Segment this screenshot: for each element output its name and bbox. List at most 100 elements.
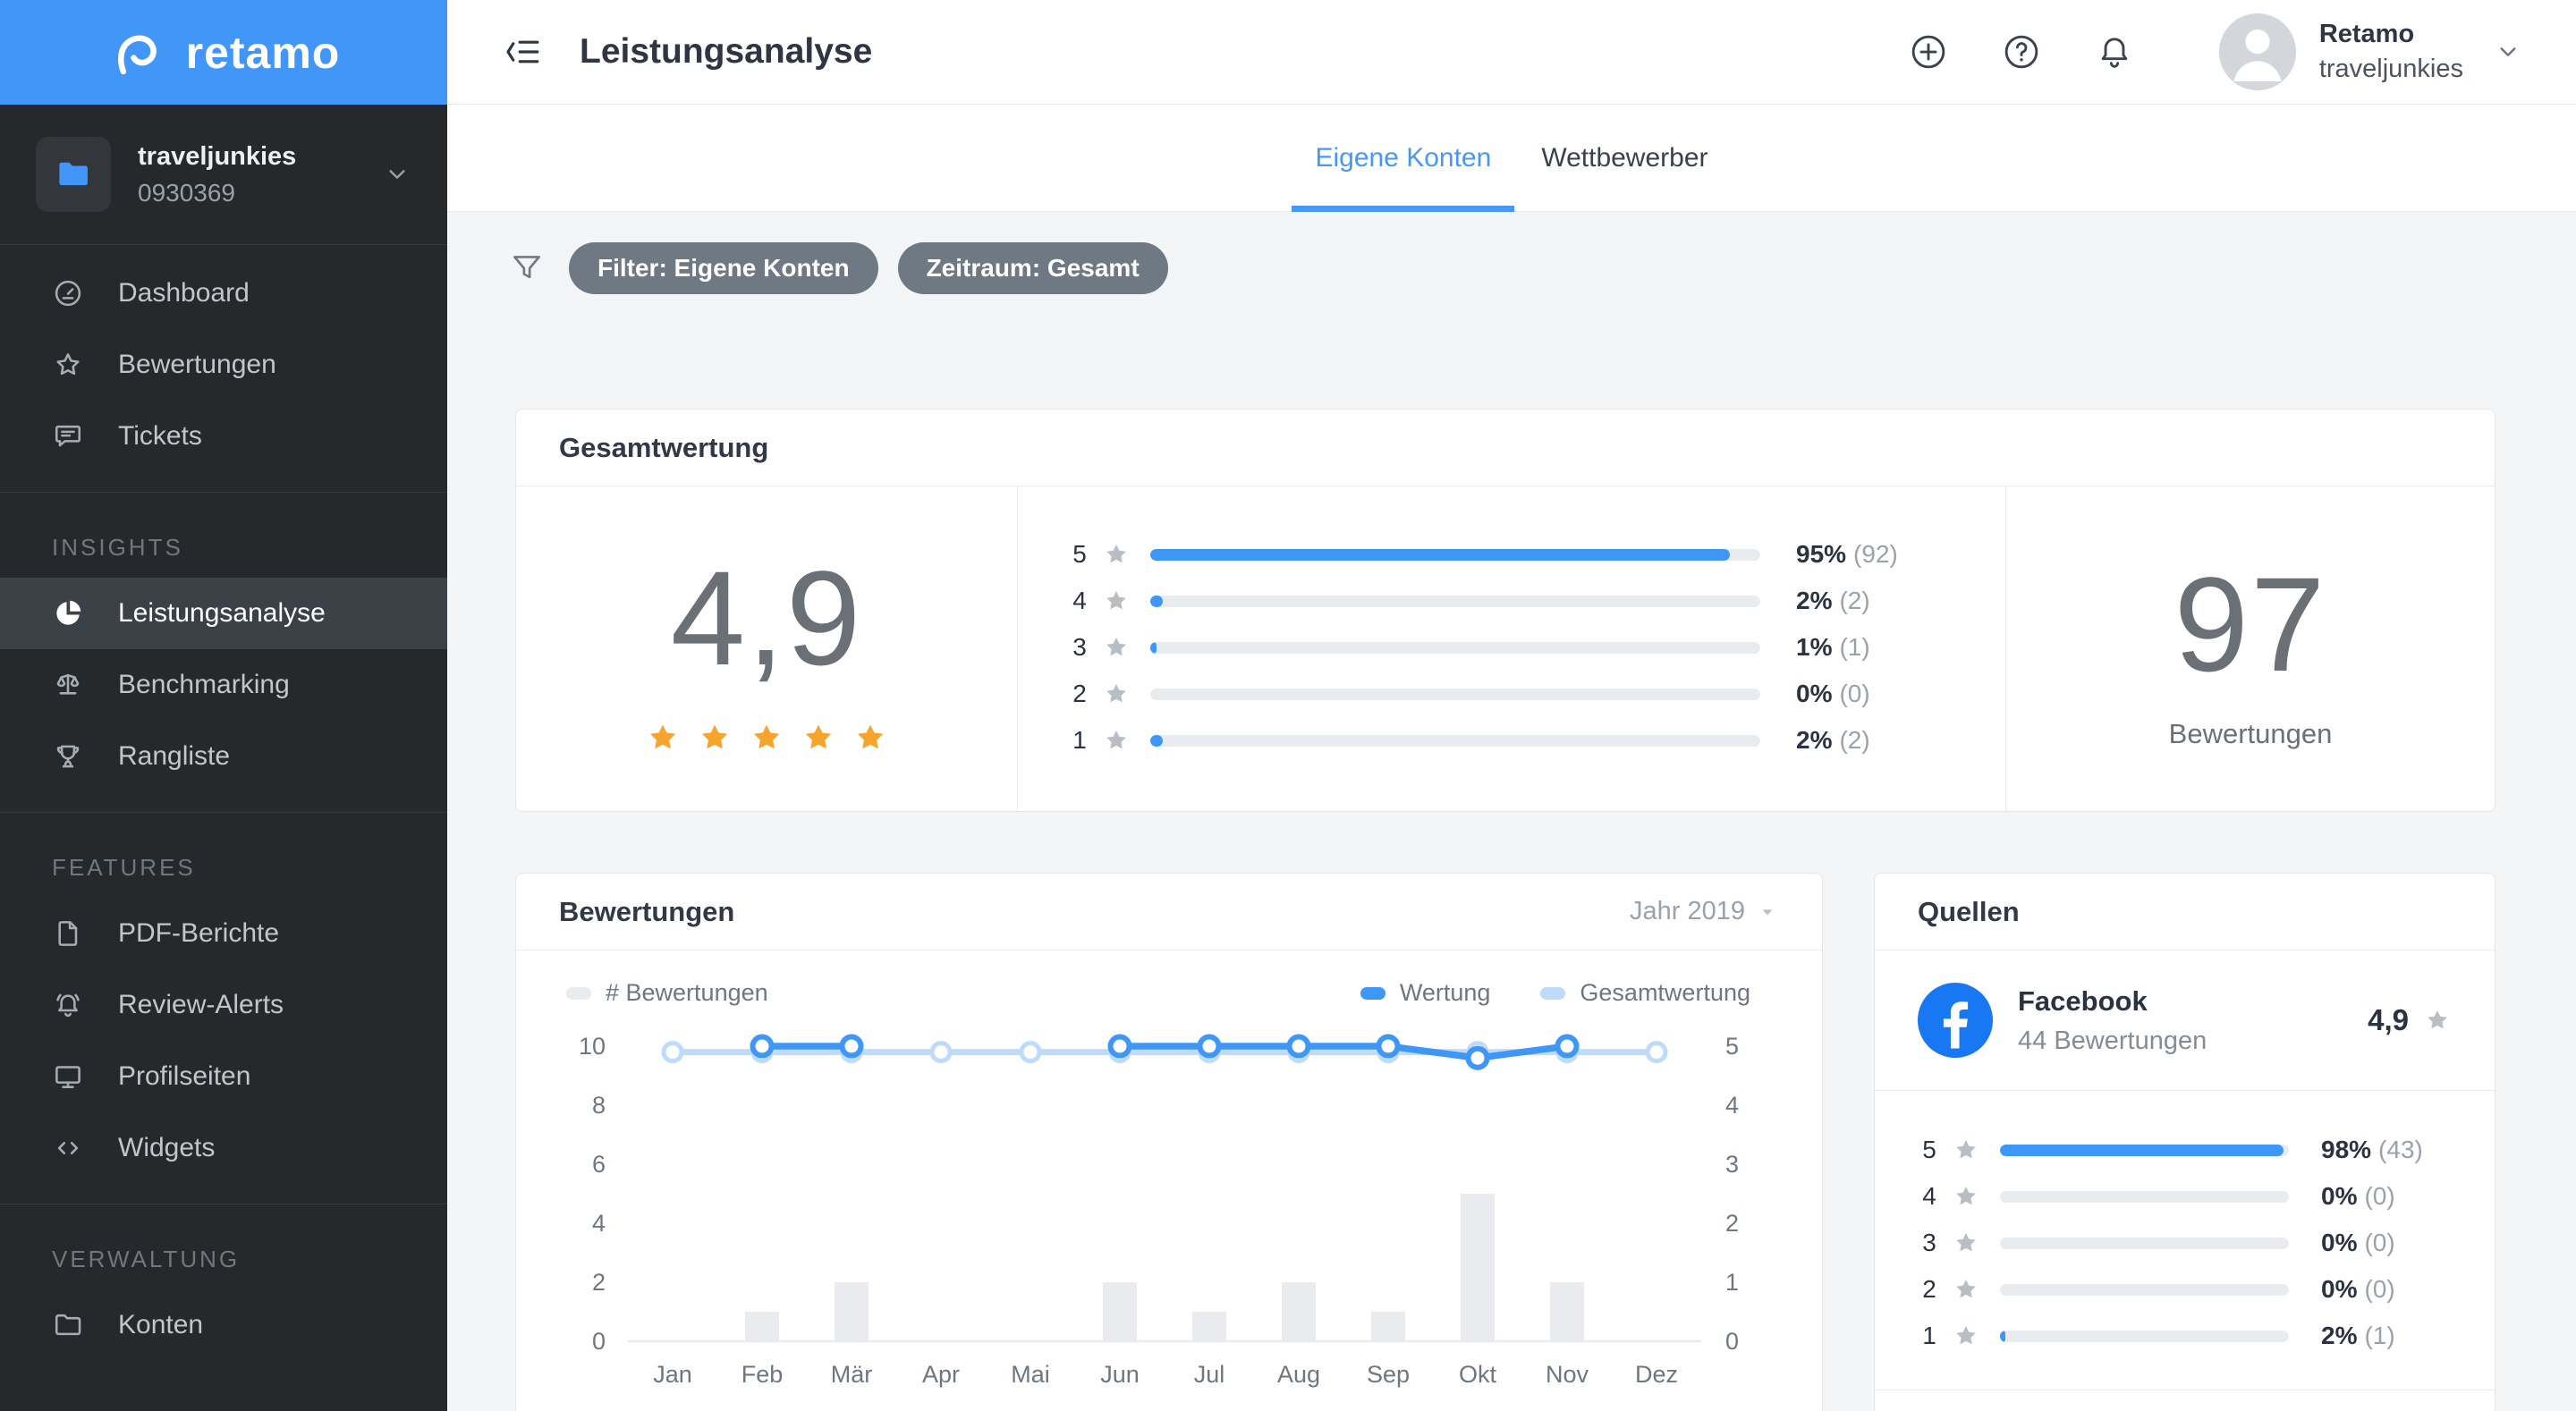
rating-percent: 0% (1796, 680, 1833, 707)
sidebar-item-profilseiten[interactable]: Profilseiten (0, 1041, 447, 1112)
collapse-sidebar-icon[interactable] (501, 30, 544, 73)
sidebar-section-label: FEATURES (52, 854, 196, 881)
rating-bar-track (1150, 548, 1760, 561)
period-select[interactable]: Jahr 2019 (1630, 897, 1779, 926)
add-icon[interactable] (1908, 31, 1949, 72)
svg-text:0: 0 (592, 1328, 606, 1355)
source-score-value: 4,9 (2368, 1003, 2409, 1036)
rating-star-count: 2 (1072, 680, 1087, 707)
rating-star-count: 3 (1072, 633, 1087, 661)
filter-chip-1[interactable]: Zeitraum: Gesamt (897, 242, 1168, 294)
rating-count: (0) (2364, 1182, 2395, 1210)
rating-distribution-row: 4 0% (0) (1918, 1173, 2452, 1220)
svg-text:Jun: Jun (1100, 1361, 1140, 1388)
svg-text:1: 1 (1725, 1269, 1739, 1296)
overall-score: 4,9 (670, 543, 863, 693)
rating-star-count: 4 (1072, 587, 1087, 614)
source-name: Facebook (2018, 984, 2148, 1017)
legend-swatch (1540, 986, 1566, 1000)
caret-down-icon (1756, 900, 1779, 924)
user-menu[interactable]: Retamo traveljunkies (2218, 13, 2522, 90)
rating-distribution-row: 4 2% (2) (1068, 578, 1948, 624)
legend-item-gesamtwertung: Gesamtwertung (1540, 979, 1750, 1007)
star-icon (1102, 680, 1131, 708)
app-logo[interactable]: retamo (0, 0, 447, 105)
trophy-icon (52, 740, 84, 773)
facebook-icon (1918, 983, 1993, 1058)
sidebar-item-label: PDF-Berichte (118, 918, 280, 948)
rating-bar-track (2000, 1144, 2289, 1156)
sidebar-item-label: Konten (118, 1310, 204, 1339)
sidebar-item-pdf-berichte[interactable]: PDF-Berichte (0, 898, 447, 969)
overall-stars (644, 719, 889, 756)
sidebar-item-review-alerts[interactable]: Review-Alerts (0, 969, 447, 1041)
sidebar-item-label: Leistungsanalyse (118, 598, 326, 628)
rating-bar-track (2000, 1190, 2289, 1203)
total-reviews-label: Bewertungen (2168, 718, 2333, 749)
rating-star-count: 5 (1072, 540, 1087, 568)
sidebar-item-rangliste[interactable]: Rangliste (0, 721, 447, 792)
sidebar-item-tickets[interactable]: Tickets (0, 401, 447, 472)
source-score: 4,9 (2368, 1003, 2452, 1037)
card-title: Gesamtwertung (559, 431, 769, 463)
total-reviews-value: 97 (2174, 549, 2327, 699)
rating-bar-labels: 0% (0) (2321, 1229, 2452, 1257)
rating-percent: 0% (2321, 1229, 2358, 1256)
sidebar-section: Dashboard Bewertungen Tickets (0, 245, 447, 493)
card-title: Quellen (1918, 895, 2020, 927)
star-icon (1102, 726, 1131, 755)
rating-distribution-row: 5 95% (92) (1068, 531, 1948, 578)
sidebar-item-widgets[interactable]: Widgets (0, 1112, 447, 1184)
filter-row: Filter: Eigene Konten Zeitraum: Gesamt (508, 242, 2496, 294)
rating-count: (0) (2364, 1275, 2395, 1303)
sidebar-item-label: Review-Alerts (118, 990, 284, 1019)
top-bar: Leistungsanalyse Retamo traveljunkies (447, 0, 2576, 105)
source-row-facebook[interactable]: Facebook 44 Bewertungen 4,9 (1875, 951, 2495, 1091)
page-title: Leistungsanalyse (580, 32, 873, 71)
filter-funnel-icon[interactable] (508, 249, 546, 287)
rating-bar-labels: 1% (1) (1796, 633, 1948, 662)
rating-percent: 98% (2321, 1136, 2372, 1163)
filter-chips: Filter: Eigene Konten Zeitraum: Gesamt (569, 242, 1168, 294)
rating-count: (0) (1839, 680, 1870, 707)
notifications-bell-icon[interactable] (2094, 31, 2135, 72)
tab-eigene-konten[interactable]: Eigene Konten (1290, 105, 1516, 212)
rating-star-count: 2 (1922, 1275, 1936, 1303)
rating-bar-fill (1150, 548, 1730, 561)
rating-bar-labels: 2% (2) (1796, 587, 1948, 615)
sidebar-item-bewertungen[interactable]: Bewertungen (0, 329, 447, 401)
sidebar-item-benchmarking[interactable]: Benchmarking (0, 649, 447, 721)
help-icon[interactable] (2001, 31, 2042, 72)
rating-bar-fill (1150, 734, 1163, 747)
filter-chip-0[interactable]: Filter: Eigene Konten (569, 242, 878, 294)
sidebar-item-label: Profilseiten (118, 1061, 251, 1091)
retamo-logo-icon (107, 22, 168, 83)
reviews-chart-card: Bewertungen Jahr 2019 # Bewertungen Wertu… (515, 873, 1823, 1411)
brand-name: retamo (185, 27, 341, 78)
sidebar-item-leistungsanalyse[interactable]: Leistungsanalyse (0, 578, 447, 649)
account-switcher[interactable]: traveljunkies 0930369 (0, 105, 447, 245)
svg-text:10: 10 (579, 1033, 606, 1060)
chevron-down-icon (383, 160, 411, 189)
svg-text:Aug: Aug (1277, 1361, 1320, 1388)
star-icon (800, 719, 837, 756)
svg-text:4: 4 (592, 1210, 606, 1237)
sidebar-item-label: Tickets (118, 421, 202, 451)
gauge-icon (52, 277, 84, 309)
rating-percent: 1% (1796, 633, 1833, 661)
sidebar-item-konten[interactable]: Konten (0, 1289, 447, 1361)
rating-distribution-row: 5 98% (43) (1918, 1127, 2452, 1173)
svg-text:2: 2 (592, 1269, 606, 1296)
rating-count: (2) (1839, 587, 1870, 614)
rating-bar-fill (1150, 595, 1163, 607)
sidebar-section-label: INSIGHTS (52, 534, 183, 561)
folder-outline-icon (52, 1309, 84, 1341)
rating-percent: 2% (1796, 587, 1833, 614)
rating-count: (43) (2378, 1136, 2423, 1163)
rating-distribution-row: 2 0% (0) (1918, 1266, 2452, 1313)
chart-legend: # Bewertungen Wertung Gesamtwertung (543, 974, 1795, 1007)
sidebar-item-label: Widgets (118, 1133, 216, 1162)
sidebar-item-dashboard[interactable]: Dashboard (0, 258, 447, 329)
tab-wettbewerber[interactable]: Wettbewerber (1516, 105, 1733, 211)
rating-distribution-row: 1 2% (1) (1918, 1313, 2452, 1359)
